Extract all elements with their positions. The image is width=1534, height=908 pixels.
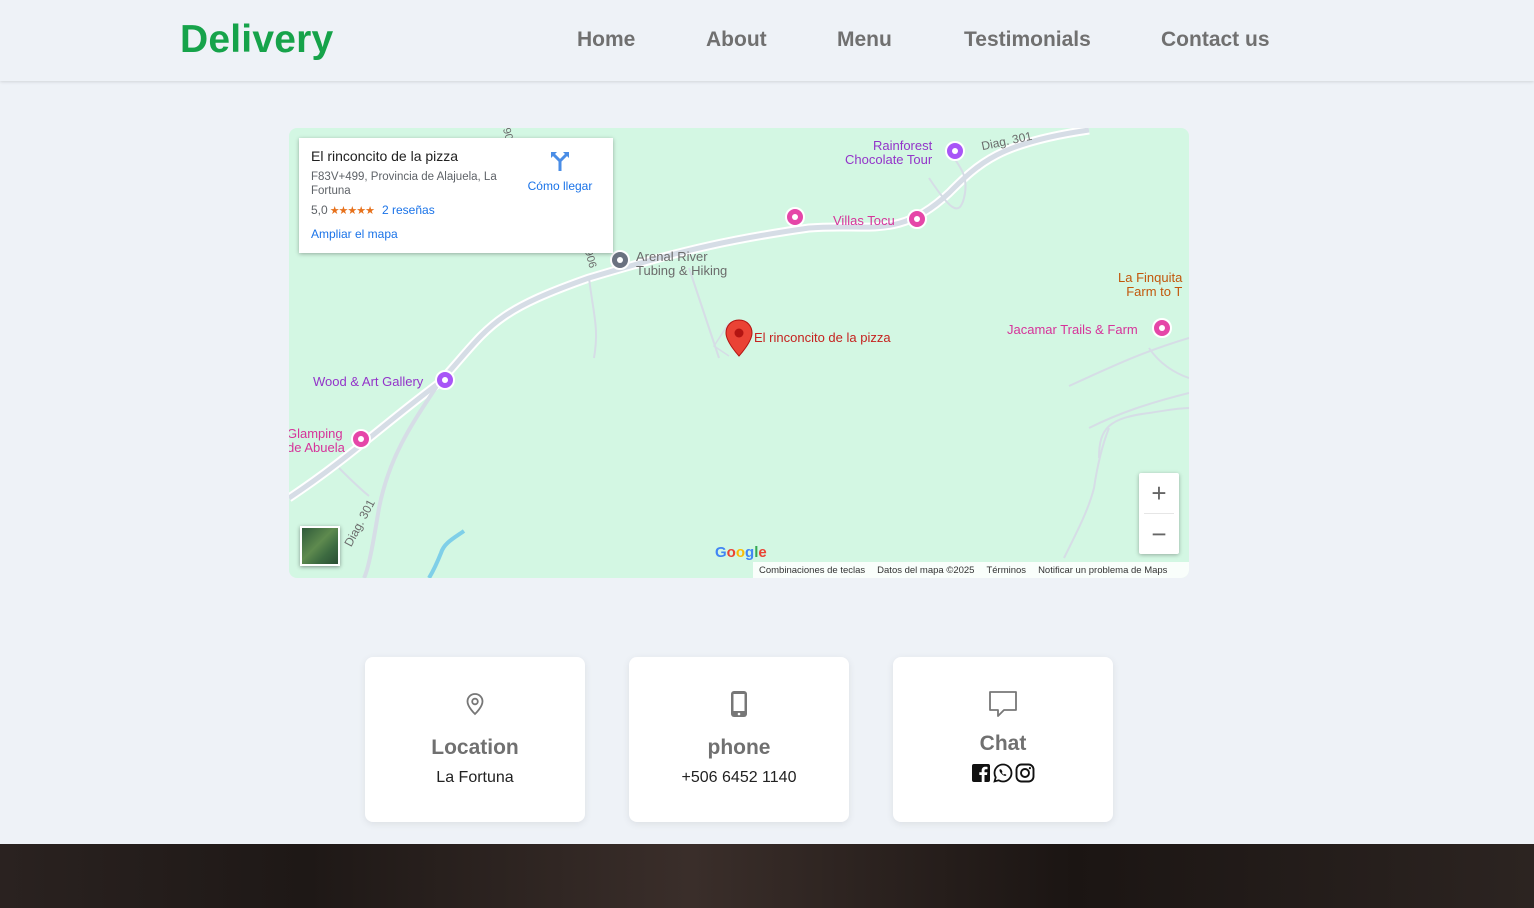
poi-pizza-label: El rinconcito de la pizza (754, 330, 891, 345)
phone-icon (629, 690, 849, 718)
phone-card: phone +506 6452 1140 (629, 657, 849, 822)
google-logo: Google (715, 544, 767, 561)
directions-label: Cómo llegar (527, 179, 593, 193)
poi-villas-label: Villas Tocu (833, 213, 895, 228)
footer-hero-background (0, 844, 1534, 908)
location-pin-icon (365, 692, 585, 716)
facebook-icon[interactable] (971, 763, 991, 783)
hotel-pin-icon[interactable] (907, 209, 927, 229)
hotel-pin-icon[interactable] (785, 207, 805, 227)
gallery-pin-icon[interactable] (435, 370, 455, 390)
map-data-text: Datos del mapa ©2025 (877, 564, 975, 576)
place-info-card: El rinconcito de la pizza F83V+499, Prov… (299, 138, 613, 253)
directions-button[interactable]: Cómo llegar (525, 150, 595, 193)
nav-contact[interactable]: Contact us (1161, 28, 1270, 52)
chat-title: Chat (979, 732, 1027, 755)
report-problem-link[interactable]: Notificar un problema de Maps (1038, 565, 1167, 576)
nav-home[interactable]: Home (577, 28, 635, 52)
rating-value: 5,0 (311, 203, 328, 217)
phone-value[interactable]: +506 6452 1140 (629, 769, 849, 787)
nav-about[interactable]: About (706, 28, 767, 52)
zoom-out-button[interactable]: − (1139, 514, 1179, 554)
phone-title: phone (707, 736, 771, 759)
location-value: La Fortuna (436, 769, 514, 786)
enlarge-map-link[interactable]: Ampliar el mapa (311, 227, 601, 241)
location-card: Location La Fortuna (365, 657, 585, 822)
hotel-pin-icon[interactable] (1152, 318, 1172, 338)
zoom-controls: + − (1139, 473, 1179, 554)
activity-pin-icon[interactable] (610, 250, 630, 270)
reviews-link[interactable]: 2 reseñas (382, 203, 435, 217)
site-header: Delivery Home About Menu Testimonials Co… (0, 0, 1534, 81)
poi-finquita-label: La Finquita Farm to T (1118, 270, 1183, 299)
directions-icon (551, 152, 569, 171)
whatsapp-icon[interactable] (993, 763, 1013, 783)
poi-jacamar-label: Jacamar Trails & Farm (1007, 322, 1138, 337)
rating-stars: ★★★★★ (329, 205, 375, 217)
site-logo[interactable]: Delivery (180, 18, 333, 62)
chat-card: Chat (893, 657, 1113, 822)
poi-glamping-label: Glamping de Abuela (289, 426, 345, 455)
instagram-icon[interactable] (1015, 763, 1035, 783)
camera-pin-icon[interactable] (945, 141, 965, 161)
nav-testimonials[interactable]: Testimonials (964, 28, 1091, 52)
location-title: Location (431, 736, 519, 759)
map-attribution-bar: Combinaciones de teclas Datos del mapa ©… (753, 562, 1189, 578)
satellite-layer-toggle[interactable] (300, 526, 340, 566)
chat-icon (893, 690, 1113, 718)
poi-wood-art-label: Wood & Art Gallery (313, 374, 424, 389)
place-address: F83V+499, Provincia de Alajuela, La Fort… (311, 171, 497, 197)
hotel-pin-icon[interactable] (351, 429, 371, 449)
poi-rainforest-label: Rainforest Chocolate Tour (845, 138, 933, 167)
place-rating: 5,0 ★★★★★ 2 reseñas (311, 203, 601, 217)
zoom-in-button[interactable]: + (1139, 473, 1179, 513)
poi-arenal-label: Arenal River Tubing & Hiking (636, 249, 728, 278)
embedded-map[interactable]: Diag. 301 Diag. 301 906 906 Rainforest C… (289, 128, 1189, 578)
location-marker-icon[interactable] (725, 319, 753, 357)
keyboard-shortcuts-link[interactable]: Combinaciones de teclas (759, 565, 865, 576)
social-links (893, 763, 1113, 783)
terms-link[interactable]: Términos (986, 565, 1026, 576)
nav-menu[interactable]: Menu (837, 28, 892, 52)
